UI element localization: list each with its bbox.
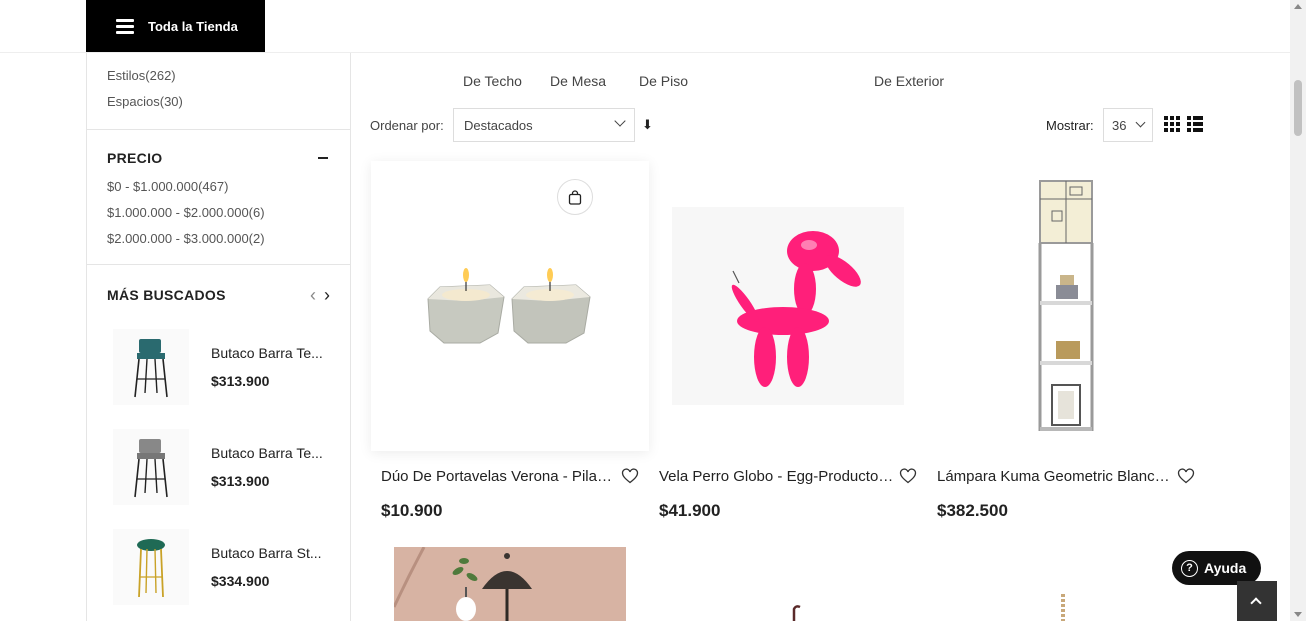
list-view-icon[interactable] [1187,116,1203,132]
price-range-2m-3m[interactable]: $2.000.000 - $3.000.000(2) [107,226,330,252]
back-to-top-button[interactable] [1237,581,1277,621]
mini-product-name[interactable]: Butaco Barra Te... [211,445,329,461]
mini-product-price: $313.900 [211,373,270,389]
wishlist-heart-icon[interactable] [621,468,639,484]
wishlist-heart-icon[interactable] [899,468,917,484]
product-image[interactable] [1057,594,1069,621]
product-thumbnail[interactable] [113,429,189,505]
category-filter-list: Estilos(262) Espacios(30) [87,53,350,130]
store-menu-button[interactable]: Toda la Tienda [86,0,265,52]
chevron-down-icon [1135,117,1146,128]
store-menu-label: Toda la Tienda [148,18,238,34]
product-image[interactable] [371,161,649,451]
scrollbar-thumb[interactable] [1294,80,1302,136]
help-chat-button[interactable]: ? Ayuda [1172,551,1261,585]
wishlist-heart-icon[interactable] [1177,468,1195,484]
product-image[interactable] [394,547,626,621]
sort-value: Destacados [464,118,533,133]
show-label: Mostrar: [1046,118,1094,133]
tab-de-exterior[interactable]: De Exterior [874,73,944,89]
price-filter-title: PRECIO [107,150,163,166]
product-listing: De Techo De Mesa De Piso De Exterior Ord… [352,53,1290,621]
mas-buscados-section: MÁS BUSCADOS ‹ › Butaco Barra Te... $313… [87,265,350,617]
mini-product-name[interactable]: Butaco Barra St... [211,545,329,561]
product-image[interactable] [792,605,802,621]
filter-sidebar: Estilos(262) Espacios(30) PRECIO $0 - $1… [86,53,351,621]
product-thumbnail[interactable] [113,529,189,605]
price-range-0-1m[interactable]: $0 - $1.000.000(467) [107,174,330,200]
add-to-cart-button[interactable] [557,179,593,215]
product-price: $10.900 [381,501,443,520]
mas-buscados-title: MÁS BUSCADOS [107,287,226,303]
scroll-up-arrow-icon[interactable] [1294,4,1302,9]
sort-label: Ordenar por: [370,118,444,133]
scroll-down-arrow-icon[interactable] [1294,612,1302,617]
product-image[interactable] [927,161,1205,451]
mini-product-name[interactable]: Butaco Barra Te... [211,345,329,361]
page-scrollbar[interactable] [1290,0,1306,621]
product-thumbnail[interactable] [113,329,189,405]
product-name[interactable]: Vela Perro Globo - Egg-Productos Gourmet [659,468,895,485]
chevron-down-icon [614,115,626,127]
show-count-value: 36 [1112,118,1127,133]
help-label: Ayuda [1204,560,1247,576]
collapse-minus-icon[interactable] [318,157,328,159]
price-range-1m-2m[interactable]: $1.000.000 - $2.000.000(6) [107,200,330,226]
product-name[interactable]: Lámpara Kuma Geometric Blanca - Lamparas [937,468,1173,485]
shopping-bag-icon [568,189,582,205]
product-price: $382.500 [937,501,1008,520]
sort-dropdown[interactable]: Destacados [453,108,635,142]
help-question-icon: ? [1181,559,1198,577]
chevron-right-icon[interactable]: › [324,286,330,304]
list-item[interactable]: Butaco Barra St... $334.900 [107,517,330,617]
show-count-dropdown[interactable]: 36 [1103,108,1153,142]
product-name[interactable]: Dúo De Portavelas Verona - Pilastro [381,468,617,485]
toolbar: Ordenar por: Destacados ⬇ Mostrar: 36 [370,108,1204,142]
mini-product-price: $334.900 [211,573,270,589]
hamburger-icon [116,19,134,34]
list-item[interactable]: Butaco Barra Te... $313.900 [107,317,330,417]
grid-view-icon[interactable] [1164,116,1180,132]
chevron-up-icon [1250,597,1262,609]
subcategory-tabs: De Techo De Mesa De Piso De Exterior [352,73,1290,93]
product-price: $41.900 [659,501,721,520]
sort-direction-icon[interactable]: ⬇ [642,117,653,133]
filter-item-espacios[interactable]: Espacios(30) [107,89,330,115]
tab-de-piso[interactable]: De Piso [639,73,688,89]
filter-item-estilos[interactable]: Estilos(262) [107,63,330,89]
tab-de-mesa[interactable]: De Mesa [550,73,606,89]
product-image[interactable] [649,161,927,451]
price-filter-section: PRECIO $0 - $1.000.000(467) $1.000.000 -… [87,130,350,265]
mini-product-price: $313.900 [211,473,270,489]
tab-de-techo[interactable]: De Techo [463,73,522,89]
chevron-left-icon[interactable]: ‹ [310,286,316,304]
list-item[interactable]: Butaco Barra Te... $313.900 [107,417,330,517]
